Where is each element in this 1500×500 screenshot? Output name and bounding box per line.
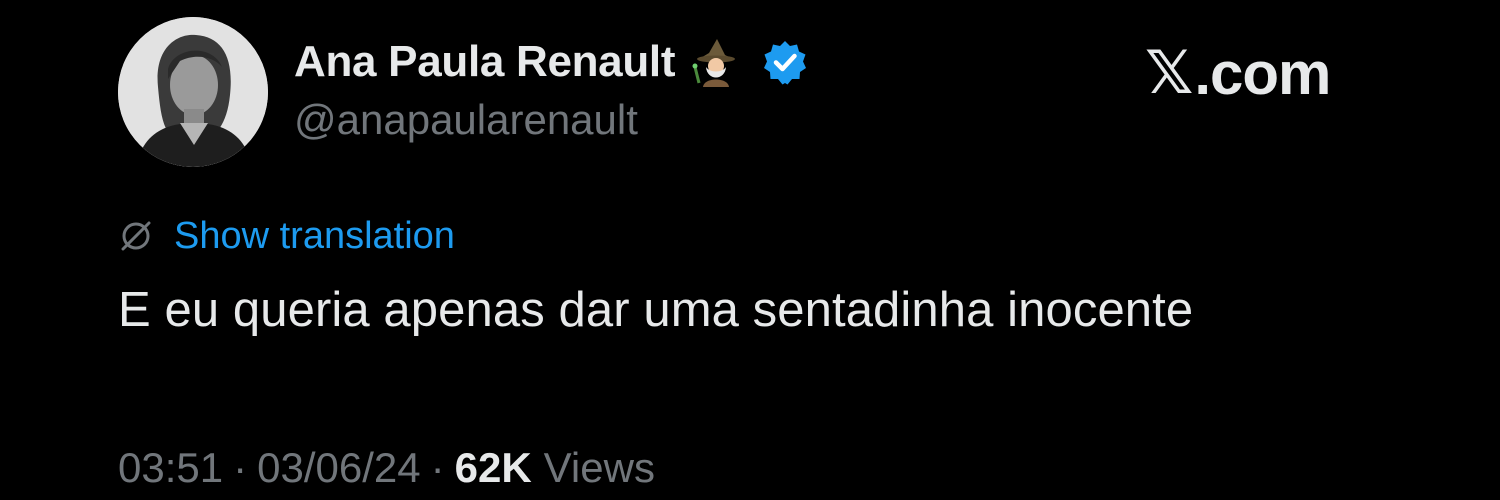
views-count: 62K	[454, 444, 532, 491]
tweet-time[interactable]: 03:51	[118, 444, 223, 492]
author-handle[interactable]: @anapaularenault	[294, 96, 638, 144]
meta-separator: ·	[430, 444, 445, 491]
translation-row: Show translation	[118, 212, 455, 260]
tweet-date[interactable]: 03/06/24	[257, 444, 421, 492]
wizard-emoji-icon	[691, 37, 741, 87]
avatar[interactable]	[118, 17, 268, 167]
views-label: Views	[543, 444, 655, 491]
x-logo-icon: 𝕏	[1145, 38, 1193, 108]
author-display-name[interactable]: Ana Paula Renault	[294, 37, 676, 87]
author-name-row: Ana Paula Renault	[294, 36, 809, 88]
tweet-text: E eu queria apenas dar uma sentadinha in…	[118, 283, 1194, 337]
globe-slash-icon	[118, 218, 154, 254]
avatar-photo	[118, 17, 268, 167]
meta-separator: ·	[233, 444, 248, 491]
brand-domain: .com	[1194, 39, 1331, 107]
tweet-meta: 03:51 · 03/06/24 · 62K Views	[118, 442, 655, 494]
verified-check-icon[interactable]	[761, 38, 809, 86]
show-translation-link[interactable]: Show translation	[174, 215, 455, 258]
brand-logo: 𝕏 .com	[1145, 38, 1331, 108]
